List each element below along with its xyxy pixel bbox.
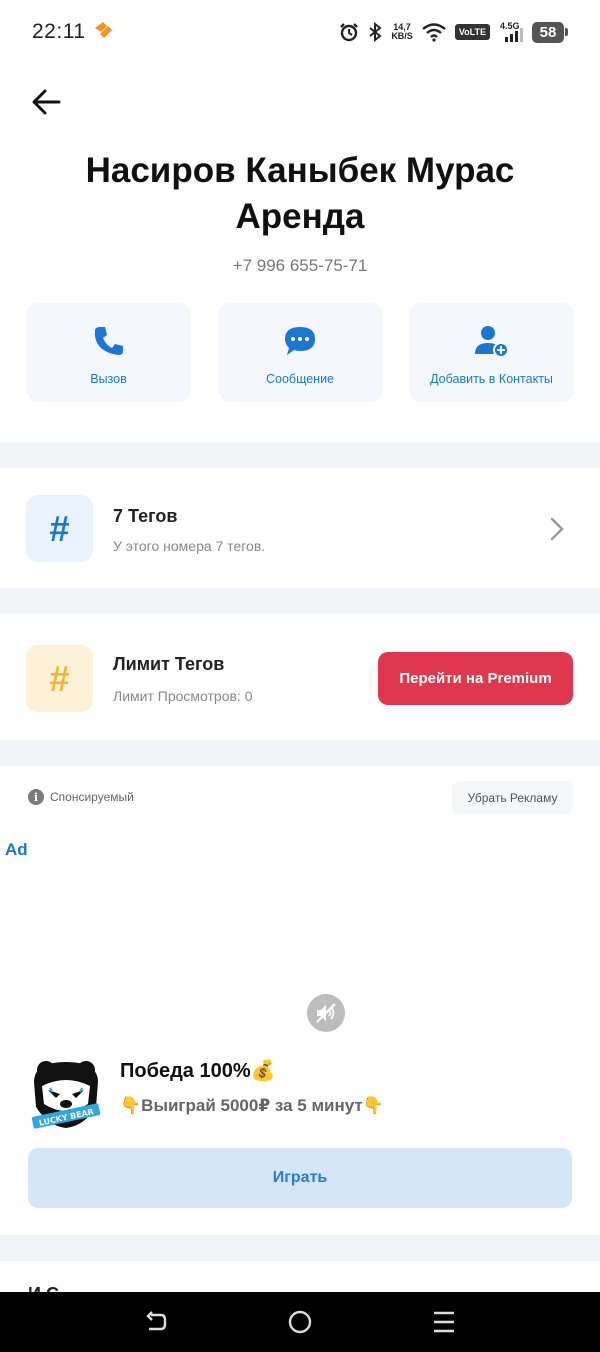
- add-contact-button[interactable]: Добавить в Контакты: [409, 303, 574, 402]
- remove-ads-button[interactable]: Убрать Рекламу: [452, 781, 573, 814]
- section-divider: [0, 442, 600, 468]
- sponsored-label: i Спонсируемый: [28, 789, 134, 805]
- volte-badge: VoLTE: [454, 24, 490, 40]
- tags-row[interactable]: # 7 Тегов У этого номера 7 тегов.: [0, 468, 600, 588]
- section-divider: [0, 740, 600, 766]
- message-button[interactable]: Сообщение: [217, 303, 383, 402]
- ad-headline: Победа 100%💰: [120, 1060, 276, 1082]
- app-notification-icon: [92, 20, 114, 45]
- ad-badge: Ad: [5, 840, 28, 859]
- limit-row: # Лимит Тегов Лимит Просмотров: 0 Перейт…: [0, 614, 600, 740]
- hashtag-icon: #: [26, 495, 93, 562]
- ad-body: 👇Выиграй 5000₽ за 5 минут👇: [120, 1096, 384, 1115]
- action-row: Вызов Сообщение Добавить в Контакты: [26, 303, 574, 402]
- add-contact-label: Добавить в Контакты: [430, 372, 553, 386]
- call-button[interactable]: Вызов: [26, 303, 191, 402]
- status-time: 22:11: [32, 20, 86, 43]
- wifi-icon: [422, 23, 446, 42]
- battery-icon: 58: [532, 21, 568, 43]
- network-speed: 14,7 KB/S: [391, 22, 413, 41]
- muted-speaker-icon: [316, 1003, 336, 1023]
- system-nav-bar: [0, 1292, 600, 1352]
- play-button[interactable]: Играть: [28, 1148, 572, 1208]
- tags-subtitle: У этого номера 7 тегов.: [113, 538, 266, 554]
- alarm-icon: [340, 23, 359, 42]
- info-icon: i: [28, 789, 44, 805]
- contact-name: Насиров Каныбек Мурас Аренда: [85, 151, 515, 236]
- nav-home-button[interactable]: [284, 1306, 316, 1338]
- bluetooth-icon: [369, 22, 382, 42]
- status-icons: 14,7 KB/S VoLTE 4.5G 58: [339, 18, 568, 46]
- advertiser-logo: LUCKY BEAR: [26, 1052, 106, 1132]
- message-label: Сообщение: [265, 372, 335, 386]
- arrow-left-icon: [32, 89, 61, 115]
- hashtag-icon: #: [26, 645, 93, 712]
- home-circle-icon: [288, 1310, 312, 1334]
- call-label: Вызов: [90, 372, 127, 386]
- status-bar: 22:11 14,7 KB/S VoLTE 4.5G 58: [0, 0, 600, 64]
- phone-number: +7 996 655-75-71: [232, 256, 368, 275]
- phone-icon: [94, 327, 123, 355]
- limit-title: Лимит Тегов: [113, 654, 225, 674]
- menu-icon: [434, 1311, 454, 1333]
- chevron-right-icon: [550, 517, 564, 541]
- chat-bubble-icon: [285, 327, 315, 355]
- section-divider: [0, 1235, 600, 1261]
- add-person-icon: [474, 326, 509, 358]
- tags-title: 7 Тегов: [113, 506, 178, 526]
- contact-header: Насиров Каныбек Мурас Аренда +7 996 655-…: [0, 148, 600, 276]
- back-button[interactable]: [26, 84, 66, 120]
- mute-button[interactable]: [307, 994, 345, 1032]
- signal-icon: 4.5G: [499, 21, 523, 43]
- limit-subtitle: Лимит Просмотров: 0: [113, 688, 253, 704]
- premium-button[interactable]: Перейти на Premium: [378, 652, 573, 705]
- nav-back-button[interactable]: [140, 1306, 172, 1338]
- nav-recents-button[interactable]: [428, 1306, 460, 1338]
- back-icon: [146, 1311, 167, 1331]
- section-divider: [0, 588, 600, 614]
